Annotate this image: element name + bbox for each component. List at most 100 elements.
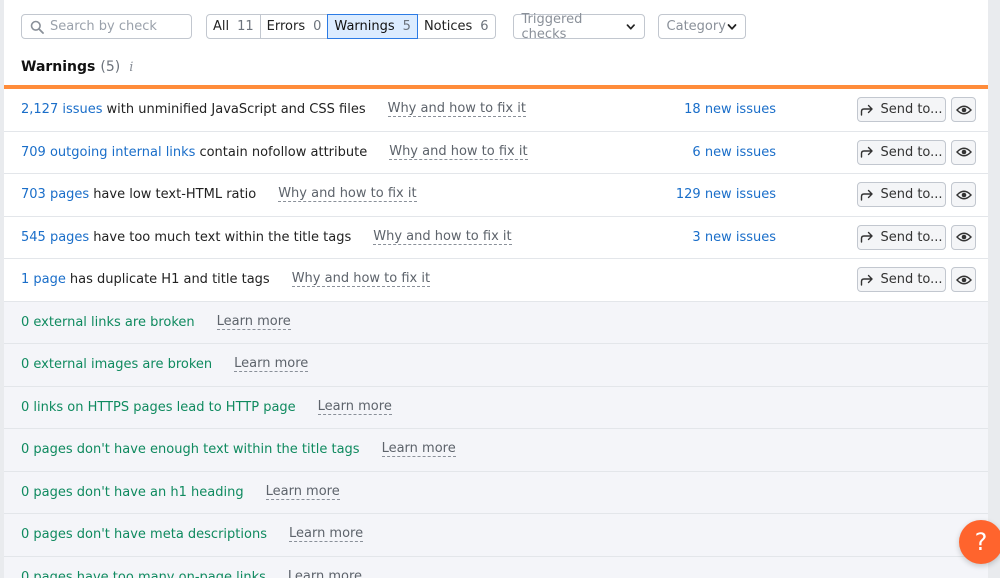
learn-more-link[interactable]: Learn more xyxy=(381,442,456,458)
issue-description: with unminified JavaScript and CSS files xyxy=(106,102,366,118)
eye-icon xyxy=(955,232,972,242)
section-title-text: Warnings xyxy=(21,59,96,75)
eye-icon xyxy=(955,190,972,200)
filter-segmented-control: All 11 Errors 0 Warnings 5 Notices 6 xyxy=(206,14,496,39)
section-count: (5) xyxy=(100,59,121,75)
hide-toggle-button[interactable] xyxy=(951,182,976,208)
filter-all[interactable]: All 11 xyxy=(206,14,261,39)
send-to-button[interactable]: Send to... xyxy=(857,182,946,208)
issue-description: contain nofollow attribute xyxy=(199,144,368,160)
passed-check-row: 0 links on HTTPS pages lead to HTTP page… xyxy=(4,386,988,429)
issue-count-link[interactable]: 1 page xyxy=(21,272,66,287)
filter-count: 5 xyxy=(402,19,411,34)
why-fix-link[interactable]: Why and how to fix it xyxy=(389,144,528,160)
passed-check-text: 0 external links are broken xyxy=(21,314,195,330)
search-icon xyxy=(30,20,44,34)
passed-check-text: 0 pages don't have meta descriptions xyxy=(21,527,267,543)
filter-count: 6 xyxy=(480,19,489,34)
filter-label: Warnings xyxy=(334,19,395,34)
info-icon[interactable]: i xyxy=(129,60,133,75)
hide-toggle-button[interactable] xyxy=(951,139,976,165)
eye-icon xyxy=(955,147,972,157)
passed-check-row: 0 pages don't have an h1 heading Learn m… xyxy=(4,471,988,514)
toolbar: All 11 Errors 0 Warnings 5 Notices 6 Tri… xyxy=(21,11,746,42)
issue-row: 545 pages have too much text within the … xyxy=(4,217,988,259)
learn-more-link[interactable]: Learn more xyxy=(288,569,362,578)
send-to-button[interactable]: Send to... xyxy=(857,139,946,165)
hide-toggle-button[interactable] xyxy=(951,267,976,293)
issue-count-link[interactable]: 545 pages xyxy=(21,230,89,245)
chevron-down-icon xyxy=(727,23,736,30)
passed-check-text: 0 external images are broken xyxy=(21,357,213,373)
passed-check-text: 0 pages have too many on-page links xyxy=(21,569,266,578)
issue-row: 709 outgoing internal links contain nofo… xyxy=(4,132,988,174)
issue-count-link[interactable]: 2,127 issues xyxy=(21,102,103,117)
eye-icon xyxy=(955,275,972,285)
passed-check-row: 0 pages have too many on-page links Lear… xyxy=(4,556,988,578)
new-issues-link[interactable]: 18 new issues xyxy=(684,102,776,117)
learn-more-link[interactable]: Learn more xyxy=(288,527,364,543)
section-title: Warnings (5) i xyxy=(21,59,133,75)
question-mark-icon: ? xyxy=(974,528,988,556)
passed-check-text: 0 pages don't have an h1 heading xyxy=(21,484,244,500)
send-to-label: Send to... xyxy=(880,272,943,288)
issue-description: have too much text within the title tags xyxy=(93,229,352,245)
why-fix-link[interactable]: Why and how to fix it xyxy=(373,229,512,245)
issue-description: has duplicate H1 and title tags xyxy=(69,272,270,288)
new-issues-link[interactable]: 129 new issues xyxy=(676,187,776,202)
filter-warnings[interactable]: Warnings 5 xyxy=(327,14,418,39)
issue-row: 2,127 issues with unminified JavaScript … xyxy=(4,89,988,132)
page: All 11 Errors 0 Warnings 5 Notices 6 Tri… xyxy=(0,0,1000,578)
eye-icon xyxy=(955,105,972,115)
passed-check-text: 0 pages don't have enough text within th… xyxy=(21,442,360,458)
filter-errors[interactable]: Errors 0 xyxy=(260,14,329,39)
issue-row: 1 page has duplicate H1 and title tags W… xyxy=(4,259,988,302)
filter-count: 0 xyxy=(313,19,322,34)
chevron-down-icon xyxy=(626,23,635,30)
share-arrow-icon xyxy=(861,232,874,243)
checks-list: 2,127 issues with unminified JavaScript … xyxy=(4,89,988,578)
filter-label: Notices xyxy=(423,19,473,34)
help-button[interactable]: ? xyxy=(959,520,1000,564)
filter-label: All xyxy=(213,19,230,34)
send-to-button[interactable]: Send to... xyxy=(857,224,946,250)
learn-more-link[interactable]: Learn more xyxy=(216,314,291,330)
issue-description: have low text-HTML ratio xyxy=(93,187,257,203)
passed-check-row: 0 pages don't have meta descriptions Lea… xyxy=(4,514,988,557)
send-to-button[interactable]: Send to... xyxy=(857,267,946,293)
why-fix-link[interactable]: Why and how to fix it xyxy=(291,272,431,288)
search-input[interactable] xyxy=(50,15,186,38)
passed-check-row: 0 external links are broken Learn more xyxy=(4,301,988,344)
why-fix-link[interactable]: Why and how to fix it xyxy=(387,102,526,118)
share-arrow-icon xyxy=(861,274,874,286)
send-to-label: Send to... xyxy=(880,187,943,203)
learn-more-link[interactable]: Learn more xyxy=(234,357,309,373)
filter-count: 11 xyxy=(237,19,254,34)
issue-count-link[interactable]: 703 pages xyxy=(21,187,89,202)
send-to-label: Send to... xyxy=(880,229,943,245)
passed-check-row: 0 pages don't have enough text within th… xyxy=(4,429,988,472)
triggered-checks-dropdown[interactable]: Triggered checks xyxy=(512,11,645,42)
learn-more-link[interactable]: Learn more xyxy=(265,484,340,500)
hide-toggle-button[interactable] xyxy=(951,97,976,123)
share-arrow-icon xyxy=(861,104,874,116)
category-dropdown[interactable]: Category xyxy=(657,14,746,39)
learn-more-link[interactable]: Learn more xyxy=(317,399,392,415)
issue-count-link[interactable]: 709 outgoing internal links xyxy=(21,145,195,160)
new-issues-link[interactable]: 6 new issues xyxy=(692,145,776,160)
dropdown-label: Triggered checks xyxy=(521,11,583,42)
issue-row: 703 pages have low text-HTML ratio Why a… xyxy=(4,174,988,217)
hide-toggle-button[interactable] xyxy=(951,224,976,250)
dropdown-label: Category xyxy=(666,19,726,34)
send-to-label: Send to... xyxy=(880,144,943,160)
passed-check-row: 0 external images are broken Learn more xyxy=(4,344,988,387)
send-to-button[interactable]: Send to... xyxy=(857,97,946,123)
search-box[interactable] xyxy=(21,14,192,39)
filter-notices[interactable]: Notices 6 xyxy=(417,14,496,39)
send-to-label: Send to... xyxy=(880,102,943,118)
why-fix-link[interactable]: Why and how to fix it xyxy=(278,187,417,203)
share-arrow-icon xyxy=(861,189,874,201)
filter-label: Errors xyxy=(266,19,306,34)
share-arrow-icon xyxy=(861,147,874,158)
new-issues-link[interactable]: 3 new issues xyxy=(692,230,776,245)
